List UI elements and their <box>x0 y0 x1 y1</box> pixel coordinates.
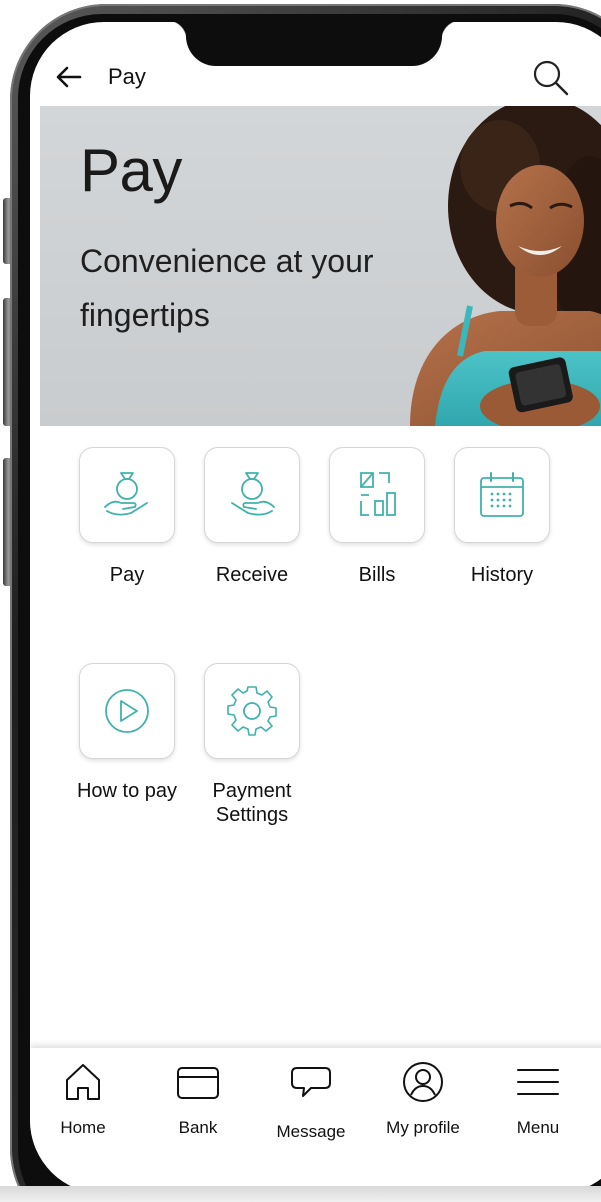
tile-payment-settings-label: Payment Settings <box>212 780 292 826</box>
banner-subtitle: Convenience at your fingertips <box>80 243 374 333</box>
tile-how-to-pay-label: How to pay <box>76 780 178 802</box>
tile-receive[interactable]: Receive <box>188 447 316 587</box>
phone-notch <box>167 22 461 66</box>
phone-shadow-floor <box>0 1186 601 1202</box>
gear-icon <box>227 686 277 736</box>
hero-banner: Pay Convenience at your fingertips <box>40 106 601 426</box>
banner-title: Pay <box>80 137 182 204</box>
nav-message-label: Message <box>276 1122 346 1141</box>
page-title: Pay <box>108 64 146 89</box>
home-icon <box>66 1064 100 1100</box>
hamburger-icon <box>517 1069 559 1095</box>
tile-history-box <box>454 447 550 543</box>
tile-how-to-pay[interactable]: How to pay <box>63 663 191 803</box>
nav-menu-label: Menu <box>516 1118 560 1137</box>
nav-bank[interactable]: Bank <box>148 1060 248 1138</box>
nav-my-profile[interactable]: My profile <box>373 1060 473 1138</box>
tile-bills[interactable]: Bills <box>313 447 441 587</box>
tile-receive-label: Receive <box>215 564 289 586</box>
arrow-left-icon <box>56 66 82 88</box>
hand-money-bag-icon <box>104 472 148 516</box>
tile-payment-settings-box <box>204 663 300 759</box>
receive-money-bag-icon <box>231 472 275 516</box>
tile-pay-label: Pay <box>109 564 145 586</box>
card-icon <box>177 1067 219 1099</box>
phone-mockup: Pay Pay Convenience at your fingertips P… <box>0 0 601 1202</box>
nav-menu[interactable]: Menu <box>488 1060 588 1138</box>
nav-message[interactable]: Message <box>261 1060 361 1142</box>
search-button[interactable] <box>530 57 572 99</box>
tile-payment-settings[interactable]: Payment Settings <box>188 663 316 827</box>
tile-bills-box <box>329 447 425 543</box>
user-circle-icon <box>403 1062 443 1102</box>
search-icon <box>533 60 569 96</box>
bills-chart-icon <box>360 472 396 516</box>
tile-history[interactable]: History <box>438 447 566 587</box>
back-button[interactable] <box>52 60 86 94</box>
nav-my-profile-label: My profile <box>386 1118 460 1137</box>
bottom-navigation: Home Bank Message My profile Menu <box>30 1048 601 1194</box>
tile-how-to-pay-box <box>79 663 175 759</box>
tile-pay-box <box>79 447 175 543</box>
calendar-icon <box>480 472 524 517</box>
chat-bubble-icon <box>291 1067 331 1097</box>
app-screen: Pay Pay Convenience at your fingertips P… <box>30 22 601 1194</box>
nav-bank-label: Bank <box>178 1118 218 1137</box>
nav-home[interactable]: Home <box>33 1060 133 1138</box>
tile-receive-box <box>204 447 300 543</box>
tile-history-label: History <box>470 564 534 586</box>
nav-home-label: Home <box>60 1118 106 1137</box>
tile-pay[interactable]: Pay <box>63 447 191 587</box>
play-icon <box>105 689 149 733</box>
tile-bills-label: Bills <box>358 564 396 586</box>
